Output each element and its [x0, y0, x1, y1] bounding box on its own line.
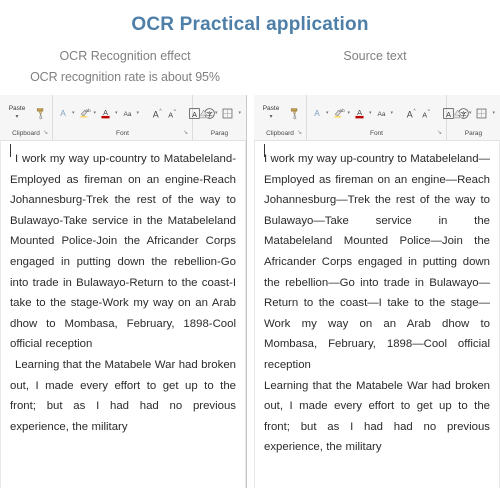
right-caption: Source text — [343, 48, 407, 63]
text-effects-caret-icon[interactable]: ▾ — [72, 110, 75, 116]
svg-text:A: A — [168, 110, 173, 119]
clipboard-dialog-launcher-icon[interactable]: ↘ — [43, 129, 48, 138]
page-title: OCR Practical application — [131, 14, 369, 35]
borders-icon[interactable] — [220, 106, 235, 121]
ribbon-group-paragraph: ▾ ▾ Parag — [193, 95, 246, 140]
font-color-caret-icon[interactable]: ▾ — [369, 110, 372, 116]
svg-text:^: ^ — [159, 107, 162, 113]
format-painter-icon[interactable] — [287, 106, 302, 121]
change-case-caret-icon[interactable]: ▾ — [137, 110, 140, 116]
svg-text:Aa: Aa — [123, 111, 131, 118]
group-label-clipboard: Clipboard ↘ — [266, 129, 302, 138]
font-dialog-launcher-icon[interactable]: ↘ — [183, 129, 188, 138]
group-label-paragraph: Parag — [464, 130, 483, 137]
change-case-icon[interactable]: Aa — [375, 106, 388, 121]
document-panels: Paste ▾ Clipboard ↘ A ▾ ab ▾ A ▾ Aa ▾ A … — [0, 95, 500, 488]
paste-button[interactable]: Paste ▾ — [258, 98, 284, 128]
svg-text:^: ^ — [428, 108, 431, 114]
ribbon-group-font: A ▾ ab ▾ A ▾ Aa ▾ A ^ A ^ A 字 Font ↘ — [307, 95, 469, 140]
ocr-document-body[interactable]: I work my way up-country to Matabeleland… — [0, 141, 246, 488]
left-captions: OCR Recognition effect OCR recognition r… — [0, 46, 250, 88]
paragraph: Learning that the Matabele War had broke… — [10, 358, 236, 433]
paste-button[interactable]: Paste ▾ — [4, 98, 30, 128]
svg-text:A: A — [357, 108, 362, 117]
vertical-divider — [246, 95, 247, 488]
paragraph: I work my way up-country to Matabeleland… — [264, 153, 490, 371]
grow-font-icon[interactable]: A ^ — [404, 106, 417, 121]
left-subcaption: OCR recognition rate is about 95% — [30, 69, 220, 84]
shrink-font-icon[interactable]: A ^ — [165, 106, 178, 121]
group-label-font: Font ↘ — [369, 129, 442, 138]
svg-text:ab: ab — [85, 107, 91, 113]
source-document-body[interactable]: I work my way up-country to Matabeleland… — [254, 141, 500, 488]
svg-text:^: ^ — [413, 107, 416, 113]
page-header: OCR Practical application OCR Recognitio… — [0, 0, 500, 90]
ribbon-left: Paste ▾ Clipboard ↘ A ▾ ab ▾ A ▾ Aa ▾ A … — [0, 95, 246, 141]
source-text-panel: Paste ▾ Clipboard ↘ A ▾ ab ▾ A ▾ Aa ▾ A … — [254, 95, 500, 488]
text-highlight-color-icon[interactable]: ab — [332, 106, 345, 121]
shading-caret-icon[interactable]: ▾ — [215, 110, 218, 116]
svg-text:Aa: Aa — [377, 111, 385, 118]
borders-caret-icon[interactable]: ▾ — [238, 110, 241, 116]
font-dialog-launcher-icon[interactable]: ↘ — [437, 129, 442, 138]
paragraph: Learning that the Matabele War had broke… — [264, 379, 490, 454]
grow-font-icon[interactable]: A ^ — [150, 106, 163, 121]
font-color-caret-icon[interactable]: ▾ — [115, 110, 118, 116]
svg-text:ab: ab — [339, 107, 345, 113]
borders-icon[interactable] — [474, 106, 489, 121]
svg-text:^: ^ — [174, 108, 177, 114]
svg-text:A: A — [153, 109, 159, 119]
shading-icon[interactable] — [197, 106, 212, 121]
svg-text:A: A — [103, 108, 108, 117]
paragraph: I work my way up-country to Matabeleland… — [10, 153, 236, 351]
format-painter-icon[interactable] — [33, 106, 48, 121]
svg-text:A: A — [314, 109, 320, 118]
ocr-comparison-page: OCR Practical application OCR Recognitio… — [0, 0, 500, 500]
svg-text:A: A — [407, 109, 413, 119]
group-label-clipboard: Clipboard ↘ — [12, 129, 48, 138]
ribbon-group-clipboard: Paste ▾ Clipboard ↘ — [254, 95, 307, 140]
text-effects-caret-icon[interactable]: ▾ — [326, 110, 329, 116]
ocr-result-panel: Paste ▾ Clipboard ↘ A ▾ ab ▾ A ▾ Aa ▾ A … — [0, 95, 246, 488]
shading-icon[interactable] — [451, 106, 466, 121]
shrink-font-icon[interactable]: A ^ — [419, 106, 432, 121]
svg-text:A: A — [422, 110, 427, 119]
shading-caret-icon[interactable]: ▾ — [469, 110, 472, 116]
clipboard-dialog-launcher-icon[interactable]: ↘ — [297, 129, 302, 138]
group-label-paragraph: Parag — [210, 130, 229, 137]
ribbon-group-font: A ▾ ab ▾ A ▾ Aa ▾ A ^ A ^ A 字 Font ↘ — [53, 95, 215, 140]
panel-separator — [246, 95, 254, 488]
left-caption: OCR Recognition effect — [59, 48, 191, 63]
right-captions: Source text — [250, 46, 500, 67]
borders-caret-icon[interactable]: ▾ — [492, 110, 495, 116]
ribbon-group-paragraph: ▾ ▾ Parag — [447, 95, 500, 140]
change-case-icon[interactable]: Aa — [121, 106, 134, 121]
ribbon-group-clipboard: Paste ▾ Clipboard ↘ — [0, 95, 53, 140]
text-highlight-color-icon[interactable]: ab — [78, 106, 91, 121]
font-color-icon[interactable]: A — [353, 106, 366, 121]
highlight-caret-icon[interactable]: ▾ — [348, 110, 351, 116]
font-color-icon[interactable]: A — [99, 106, 112, 121]
highlight-caret-icon[interactable]: ▾ — [94, 110, 97, 116]
text-effects-icon[interactable]: A — [311, 106, 323, 121]
svg-text:A: A — [60, 109, 66, 118]
text-effects-icon[interactable]: A — [57, 106, 69, 121]
change-case-caret-icon[interactable]: ▾ — [391, 110, 394, 116]
group-label-font: Font ↘ — [115, 129, 188, 138]
ribbon-right: Paste ▾ Clipboard ↘ A ▾ ab ▾ A ▾ Aa ▾ A … — [254, 95, 500, 141]
caption-row: OCR Recognition effect OCR recognition r… — [0, 46, 500, 90]
